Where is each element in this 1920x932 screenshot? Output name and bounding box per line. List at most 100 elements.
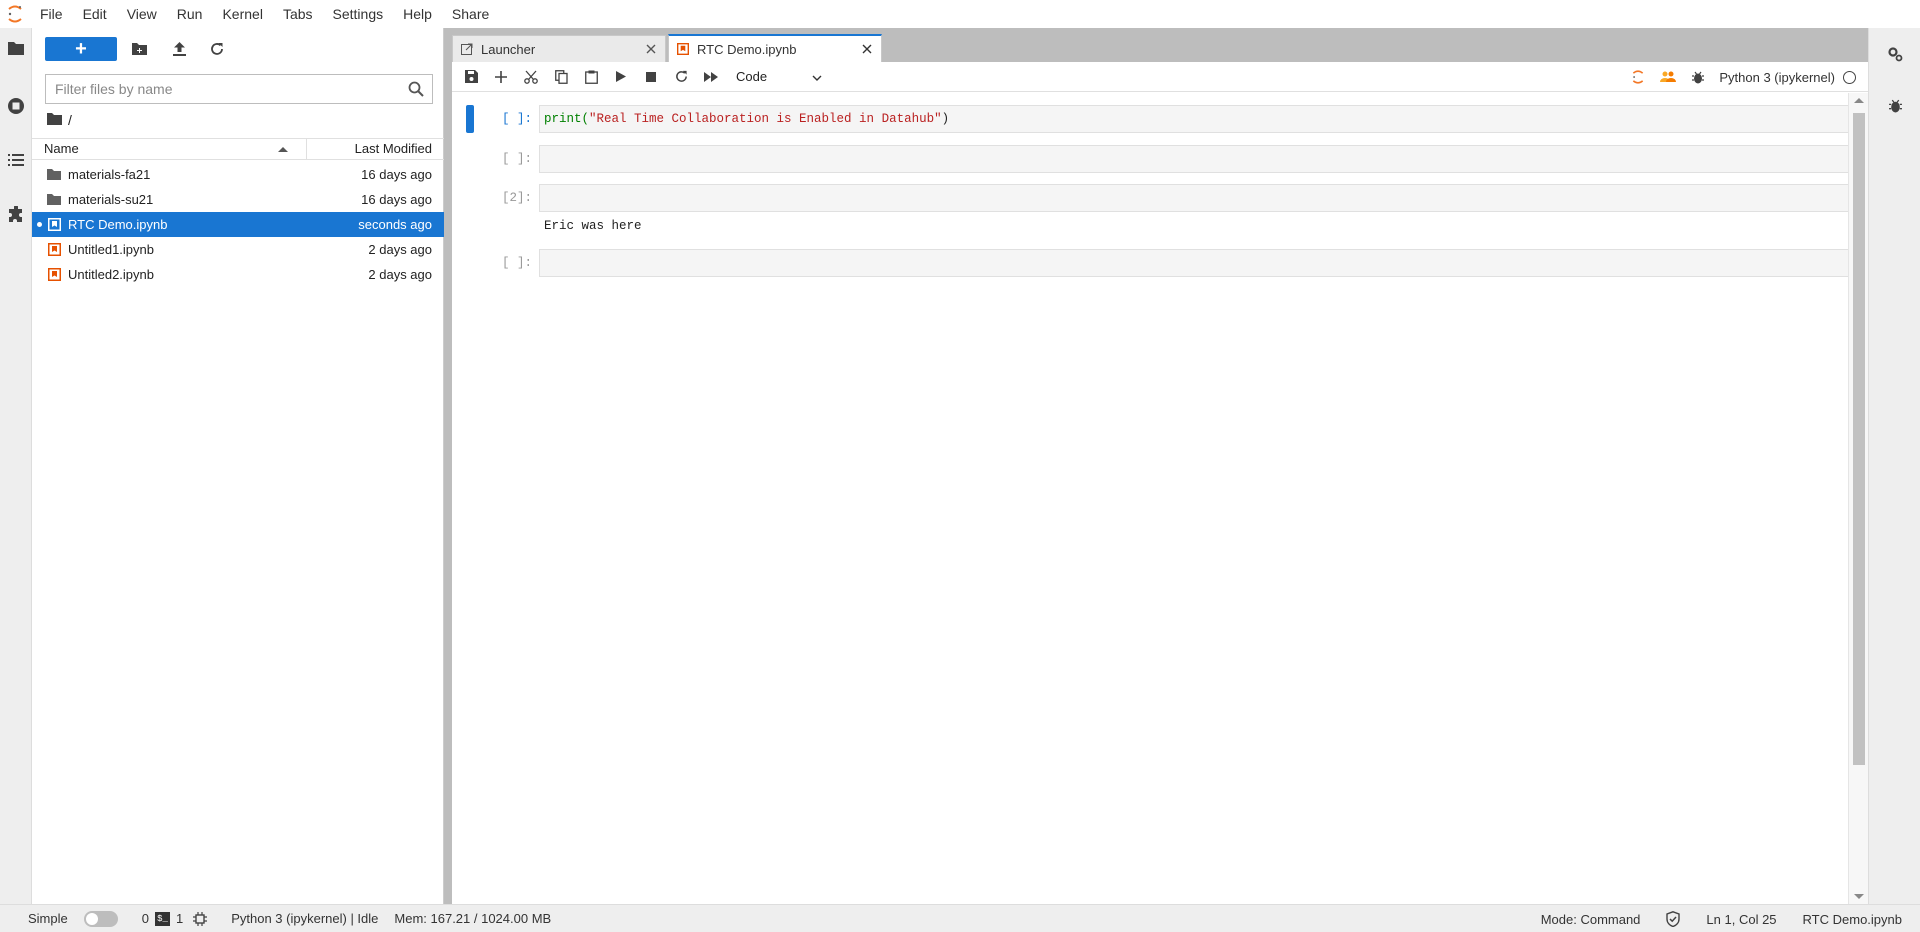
status-bar: Simple 0 $_ 1 Python 3 (ipykernel) | Idl… bbox=[0, 904, 1920, 932]
file-filter-box bbox=[45, 74, 433, 104]
code-cell[interactable]: [2]: Eric was here bbox=[452, 184, 1849, 240]
code-cell[interactable]: [ ]: bbox=[452, 249, 1849, 279]
simple-mode-toggle[interactable]: Simple bbox=[28, 910, 118, 927]
menu-edit[interactable]: Edit bbox=[73, 0, 117, 28]
running-terminals[interactable]: 0 $_ 1 bbox=[142, 911, 183, 926]
new-folder-icon[interactable] bbox=[128, 38, 150, 60]
cell-prompt: [ ]: bbox=[501, 256, 532, 270]
file-row-untitled2[interactable]: Untitled2.ipynb 2 days ago bbox=[32, 262, 444, 287]
cell-prompt: [ ]: bbox=[501, 112, 532, 126]
cell-prompt: [ ]: bbox=[501, 152, 532, 166]
toggle-switch[interactable] bbox=[83, 910, 118, 927]
file-modified: seconds ago bbox=[358, 217, 432, 232]
toolbar-right: Python 3 (ipykernel) bbox=[1623, 62, 1868, 92]
insert-cell-icon[interactable] bbox=[486, 62, 516, 92]
file-row-untitled1[interactable]: Untitled1.ipynb 2 days ago bbox=[32, 237, 444, 262]
file-list: materials-fa21 16 days ago materials-su2… bbox=[32, 162, 444, 287]
cell-prompt: [2]: bbox=[501, 191, 532, 205]
property-inspector-icon[interactable] bbox=[1883, 42, 1907, 66]
file-name: materials-fa21 bbox=[68, 167, 151, 182]
memory-usage: Mem: 167.21 / 1024.00 MB bbox=[394, 911, 552, 926]
file-modified: 16 days ago bbox=[361, 192, 432, 207]
refresh-icon[interactable] bbox=[206, 38, 228, 60]
launcher-icon bbox=[461, 43, 474, 56]
simple-mode-label: Simple bbox=[28, 911, 68, 926]
run-icon[interactable] bbox=[606, 62, 636, 92]
file-row-materials-su21[interactable]: materials-su21 16 days ago bbox=[32, 187, 444, 212]
kernel-count: 0 bbox=[141, 911, 149, 926]
folder-icon bbox=[47, 168, 61, 182]
code-cell[interactable]: [ ]: print("Real Time Collaboration is E… bbox=[452, 105, 1849, 135]
sort-ascending-icon bbox=[278, 147, 288, 152]
notebook-icon bbox=[677, 43, 690, 56]
file-row-rtc-demo[interactable]: RTC Demo.ipynb seconds ago bbox=[32, 212, 444, 237]
kernel-status-text[interactable]: Python 3 (ipykernel) | Idle bbox=[231, 911, 378, 926]
menu-file[interactable]: File bbox=[30, 0, 73, 28]
code-cell[interactable]: [ ]: bbox=[452, 145, 1849, 175]
restart-icon[interactable] bbox=[666, 62, 696, 92]
tab-bar: Launcher RTC Demo.ipynb bbox=[452, 32, 1868, 62]
column-modified-header[interactable]: Last Modified bbox=[307, 139, 444, 159]
save-icon[interactable] bbox=[456, 62, 486, 92]
menu-share[interactable]: Share bbox=[442, 0, 499, 28]
collaboration-icon[interactable] bbox=[1623, 62, 1653, 92]
file-browser-toolbar: + bbox=[32, 28, 444, 68]
menu-tabs[interactable]: Tabs bbox=[273, 0, 323, 28]
menu-bar: File Edit View Run Kernel Tabs Settings … bbox=[0, 0, 1920, 28]
menu-run[interactable]: Run bbox=[167, 0, 213, 28]
tab-launcher[interactable]: Launcher bbox=[452, 35, 666, 62]
panel-splitter[interactable] bbox=[444, 28, 452, 904]
breadcrumb-root[interactable]: / bbox=[68, 112, 72, 128]
column-name-header[interactable]: Name bbox=[32, 139, 307, 159]
home-folder-icon[interactable] bbox=[47, 112, 62, 128]
cell-type-select[interactable]: Code bbox=[736, 66, 826, 88]
file-filter-input[interactable] bbox=[46, 75, 386, 103]
code-paren: ) bbox=[941, 112, 950, 126]
paste-icon[interactable] bbox=[576, 62, 606, 92]
code-function: print( bbox=[544, 112, 590, 126]
right-sidebar bbox=[1868, 28, 1920, 904]
menu-settings[interactable]: Settings bbox=[323, 0, 394, 28]
debugger-icon[interactable] bbox=[1883, 94, 1907, 118]
menu-help[interactable]: Help bbox=[393, 0, 442, 28]
kernel-name-button[interactable]: Python 3 (ipykernel) bbox=[1719, 70, 1835, 85]
scrollbar-thumb[interactable] bbox=[1853, 113, 1865, 765]
close-icon[interactable] bbox=[861, 43, 873, 55]
menu-view[interactable]: View bbox=[117, 0, 167, 28]
menu-kernel[interactable]: Kernel bbox=[212, 0, 272, 28]
chevron-down-icon bbox=[812, 69, 822, 84]
stop-icon[interactable] bbox=[636, 62, 666, 92]
cursor-position[interactable]: Ln 1, Col 25 bbox=[1706, 912, 1776, 927]
extension-manager-icon[interactable] bbox=[4, 202, 28, 226]
new-launcher-button[interactable]: + bbox=[45, 37, 117, 61]
upload-icon[interactable] bbox=[168, 38, 190, 60]
scroll-up-icon[interactable] bbox=[1854, 98, 1864, 103]
column-modified-label: Last Modified bbox=[354, 141, 432, 156]
file-browser-icon[interactable] bbox=[4, 36, 28, 60]
close-icon[interactable] bbox=[645, 43, 657, 55]
tab-label: Launcher bbox=[481, 41, 536, 57]
cell-editor[interactable]: print("Real Time Collaboration is Enable… bbox=[539, 105, 1849, 133]
running-sessions-icon[interactable] bbox=[4, 94, 28, 118]
jupyter-logo-icon bbox=[0, 0, 30, 28]
users-icon[interactable] bbox=[1653, 62, 1683, 92]
status-bar-right: Mode: Command Ln 1, Col 25 RTC Demo.ipyn… bbox=[1541, 905, 1920, 932]
fast-forward-icon[interactable] bbox=[696, 62, 726, 92]
file-row-materials-fa21[interactable]: materials-fa21 16 days ago bbox=[32, 162, 444, 187]
jupyterlab-app: File Edit View Run Kernel Tabs Settings … bbox=[0, 0, 1920, 932]
cell-editor[interactable] bbox=[539, 184, 1849, 212]
tab-rtc-demo[interactable]: RTC Demo.ipynb bbox=[668, 34, 882, 62]
scroll-down-icon[interactable] bbox=[1854, 894, 1864, 899]
table-of-contents-icon[interactable] bbox=[4, 148, 28, 172]
cell-editor[interactable] bbox=[539, 145, 1849, 173]
current-file-name: RTC Demo.ipynb bbox=[1802, 911, 1902, 927]
copy-icon[interactable] bbox=[546, 62, 576, 92]
notebook-scrollbar[interactable] bbox=[1848, 93, 1868, 904]
kernel-usage-icon[interactable] bbox=[193, 911, 208, 926]
cut-icon[interactable] bbox=[516, 62, 546, 92]
trusted-shield-icon[interactable] bbox=[1666, 911, 1681, 927]
cell-editor[interactable] bbox=[539, 249, 1849, 277]
tab-label: RTC Demo.ipynb bbox=[697, 41, 797, 57]
debugger-icon[interactable] bbox=[1683, 62, 1713, 92]
code-string: "Real Time Collaboration is Enabled in D… bbox=[589, 112, 942, 126]
